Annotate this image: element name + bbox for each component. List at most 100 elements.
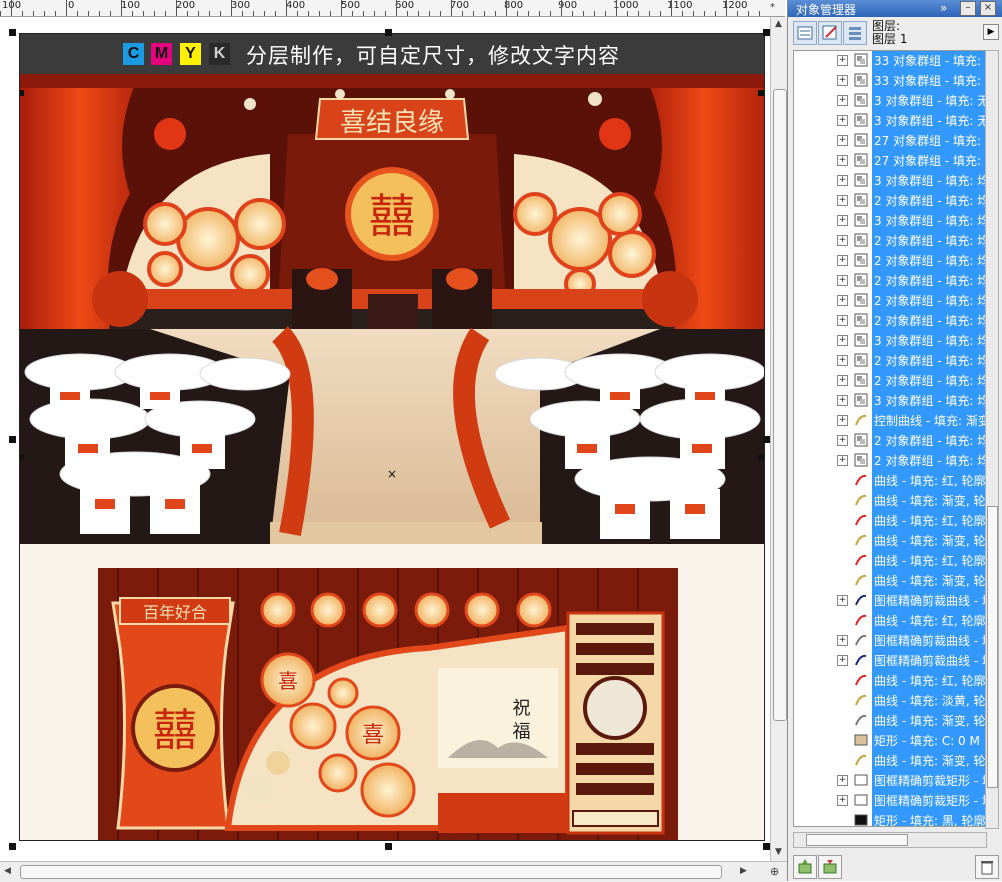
expand-toggle-icon[interactable]: + <box>837 75 848 86</box>
scroll-down-arrow-icon[interactable]: ▼ <box>775 847 782 857</box>
expand-toggle-icon[interactable]: + <box>837 315 848 326</box>
object-tree-row[interactable]: 矩形 - 填充: C: 0 M <box>794 731 986 751</box>
object-tree-row[interactable]: +27 对象群组 - 填充: 红 <box>794 131 986 151</box>
expand-toggle-icon[interactable]: + <box>837 795 848 806</box>
object-tree-row[interactable]: +2 对象群组 - 填充: 均 <box>794 191 986 211</box>
collapse-docker-icon[interactable]: » <box>940 1 947 15</box>
expand-toggle-icon[interactable]: + <box>837 255 848 266</box>
zoom-icon[interactable]: ⊕ <box>770 865 779 878</box>
expand-toggle-icon[interactable]: + <box>837 655 848 666</box>
object-tree-row[interactable]: + 图框精确剪裁曲线 - 填 <box>794 651 986 671</box>
object-tree-row[interactable]: +3 对象群组 - 填充: 均 <box>794 391 986 411</box>
docker-options-arrow-icon[interactable]: ▶ <box>983 24 999 40</box>
selection-handle-bottom-right[interactable] <box>763 843 770 850</box>
object-tree-row[interactable]: 曲线 - 填充: 红, 轮廓 <box>794 511 986 531</box>
new-layer-button[interactable] <box>793 855 817 879</box>
object-tree-row[interactable]: +3 对象群组 - 填充: 无 <box>794 111 986 131</box>
expand-toggle-icon[interactable]: + <box>837 295 848 306</box>
layer-manager-view-button[interactable] <box>843 21 867 45</box>
selection-handle-middle-right[interactable] <box>763 436 770 443</box>
canvas-horizontal-scrollbar[interactable]: ◀ ▶ ⊕ <box>0 861 787 882</box>
close-docker-button[interactable]: × <box>980 1 996 16</box>
object-tree-row[interactable]: 曲线 - 填充: 红, 轮廓 <box>794 611 986 631</box>
canvas-horizontal-scroll-thumb[interactable] <box>20 865 722 879</box>
expand-toggle-icon[interactable]: + <box>837 115 848 126</box>
selection-handle-bottom-center[interactable] <box>385 843 392 850</box>
scroll-right-arrow-icon[interactable]: ▶ <box>740 866 747 876</box>
object-tree-row[interactable]: 矩形 - 填充: 黑, 轮廓 <box>794 811 986 826</box>
canvas-vertical-scrollbar[interactable]: ▲ ▼ <box>770 17 788 862</box>
scroll-up-arrow-icon[interactable]: ▲ <box>775 19 782 29</box>
selection-handle[interactable] <box>758 454 764 460</box>
expand-toggle-icon[interactable]: + <box>837 435 848 446</box>
object-list-scroll-thumb[interactable] <box>987 506 998 788</box>
wedding-hall-illustration[interactable]: 喜结良缘 囍 × <box>20 74 764 544</box>
expand-toggle-icon[interactable]: + <box>837 635 848 646</box>
object-tree-row[interactable]: +33 对象群组 - 填充: 红 <box>794 71 986 91</box>
object-tree-row[interactable]: +2 对象群组 - 填充: 均 <box>794 311 986 331</box>
object-tree-row[interactable]: +2 对象群组 - 填充: 均 <box>794 271 986 291</box>
object-tree-row[interactable]: +3 对象群组 - 填充: 均 <box>794 171 986 191</box>
object-tree-row[interactable]: +2 对象群组 - 填充: 均 <box>794 451 986 471</box>
expand-toggle-icon[interactable]: + <box>837 135 848 146</box>
object-tree-row[interactable]: +3 对象群组 - 填充: 均 <box>794 211 986 231</box>
object-tree-row[interactable]: +3 对象群组 - 填充: 无 <box>794 91 986 111</box>
object-tree-row[interactable]: 曲线 - 填充: 红, 轮廓 <box>794 471 986 491</box>
selection-handle-top-left[interactable] <box>9 29 16 36</box>
object-tree-row[interactable]: +2 对象群组 - 填充: 均 <box>794 351 986 371</box>
object-tree-row[interactable]: +27 对象群组 - 填充: 红 <box>794 151 986 171</box>
object-tree-row[interactable]: 曲线 - 填充: 渐变, 轮 <box>794 491 986 511</box>
expand-toggle-icon[interactable]: + <box>837 175 848 186</box>
expand-toggle-icon[interactable]: + <box>837 375 848 386</box>
show-properties-button[interactable] <box>793 21 817 45</box>
expand-toggle-icon[interactable]: + <box>837 595 848 606</box>
selection-handle-bottom-left[interactable] <box>9 843 16 850</box>
horizontal-ruler[interactable]: * 10001002003004005006007008009001000110… <box>0 0 785 17</box>
object-tree-row[interactable]: 曲线 - 填充: 红, 轮廓 <box>794 551 986 571</box>
object-tree-list[interactable]: +33 对象群组 - 填充: 红 +33 对象群组 - 填充: 红 +3 对象群组 … <box>793 50 987 827</box>
expand-toggle-icon[interactable]: + <box>837 415 848 426</box>
object-tree-row[interactable]: 曲线 - 填充: 渐变, 轮 <box>794 571 986 591</box>
selection-handle-middle-left[interactable] <box>9 436 16 443</box>
object-tree-row[interactable]: +3 对象群组 - 填充: 均 <box>794 331 986 351</box>
object-tree-row[interactable]: +2 对象群组 - 填充: 均 <box>794 431 986 451</box>
selection-handle[interactable] <box>20 90 24 96</box>
object-tree-row[interactable]: +2 对象群组 - 填充: 均 <box>794 251 986 271</box>
expand-toggle-icon[interactable]: + <box>837 155 848 166</box>
expand-toggle-icon[interactable]: + <box>837 455 848 466</box>
expand-toggle-icon[interactable]: + <box>837 335 848 346</box>
docker-title-bar[interactable]: 对象管理器 » – × <box>788 0 1002 17</box>
object-list-horizontal-scrollbar[interactable] <box>793 832 987 848</box>
delete-button[interactable] <box>975 855 999 879</box>
object-list-vertical-scrollbar[interactable] <box>985 50 999 829</box>
selection-handle[interactable] <box>758 90 764 96</box>
expand-toggle-icon[interactable]: + <box>837 55 848 66</box>
new-master-layer-button[interactable] <box>818 855 842 879</box>
expand-toggle-icon[interactable]: + <box>837 235 848 246</box>
object-tree-row[interactable]: 曲线 - 填充: 淡黄, 轮 <box>794 691 986 711</box>
object-tree-row[interactable]: +33 对象群组 - 填充: 红 <box>794 51 986 71</box>
object-tree-row[interactable]: 曲线 - 填充: 渐变, 轮 <box>794 531 986 551</box>
object-tree-row[interactable]: +2 对象群组 - 填充: 均 <box>794 291 986 311</box>
expand-toggle-icon[interactable]: + <box>837 95 848 106</box>
expand-toggle-icon[interactable]: + <box>837 275 848 286</box>
edit-across-layers-button[interactable] <box>818 21 842 45</box>
object-tree-row[interactable]: +2 对象群组 - 填充: 均 <box>794 371 986 391</box>
backdrop-design-illustration[interactable]: 百年好合 囍 祝 福 喜 喜 <box>98 568 678 841</box>
minimize-docker-button[interactable]: – <box>960 1 976 16</box>
object-tree-row[interactable]: + 图框精确剪裁矩形 - 填 <box>794 791 986 811</box>
selection-handle-top-right[interactable] <box>763 29 770 36</box>
object-tree-row[interactable]: 曲线 - 填充: 渐变, 轮 <box>794 751 986 771</box>
canvas-vertical-scroll-thumb[interactable] <box>773 89 787 721</box>
expand-toggle-icon[interactable]: + <box>837 395 848 406</box>
drawing-canvas[interactable]: C M Y K 分层制作，可自定尺寸，修改文字内容 喜结良缘 囍 × 百年好合 … <box>0 17 770 862</box>
object-list-hscroll-thumb[interactable] <box>806 834 908 846</box>
object-tree-row[interactable]: +2 对象群组 - 填充: 均 <box>794 231 986 251</box>
selection-handle-top-center[interactable] <box>385 29 392 36</box>
object-tree-row[interactable]: + 图框精确剪裁曲线 - 填 <box>794 591 986 611</box>
object-tree-row[interactable]: 曲线 - 填充: 红, 轮廓 <box>794 671 986 691</box>
expand-toggle-icon[interactable]: + <box>837 355 848 366</box>
scroll-left-arrow-icon[interactable]: ◀ <box>4 866 11 876</box>
expand-toggle-icon[interactable]: + <box>837 215 848 226</box>
selection-handle[interactable] <box>20 454 24 460</box>
